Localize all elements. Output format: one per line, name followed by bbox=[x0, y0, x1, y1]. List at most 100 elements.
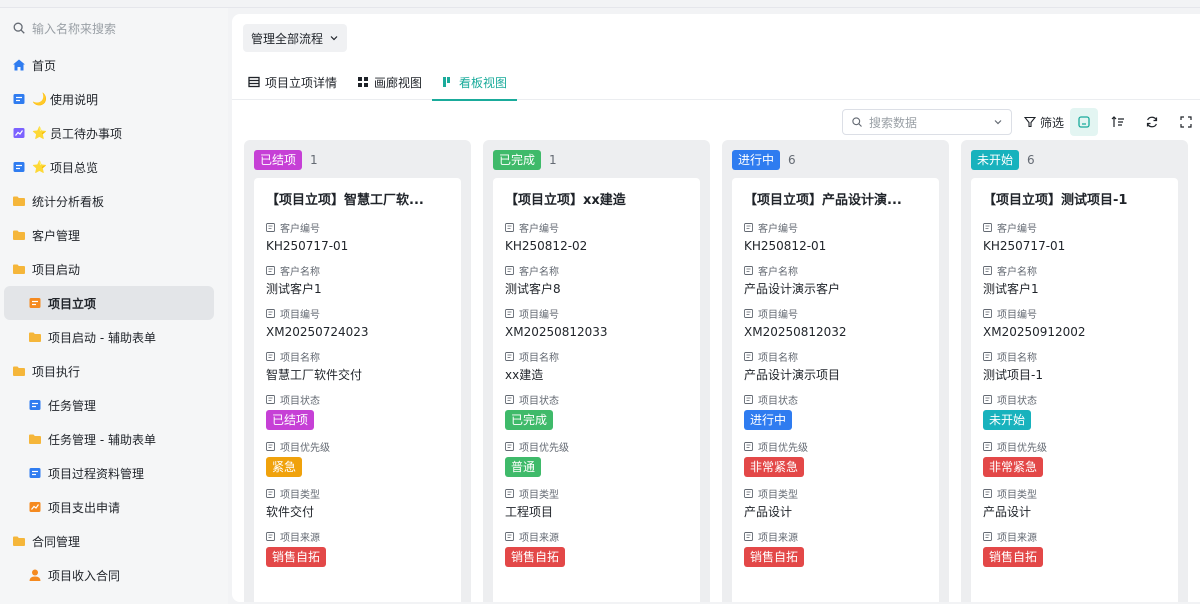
field-icon bbox=[505, 265, 514, 275]
tab-table-view[interactable]: 项目立项详情 bbox=[238, 64, 347, 100]
column-status-badge: 已完成 bbox=[493, 150, 542, 170]
kanban-card[interactable]: 【项目立项】智慧工厂软... 客户编号 KH250717-01 客户名称 测试客户1 项目… bbox=[254, 178, 461, 602]
card-field-customer_no: 客户编号 KH250717-01 bbox=[983, 219, 1166, 257]
manage-flows-button[interactable]: 管理全部流程 bbox=[243, 24, 348, 52]
sidebar-item-15[interactable]: 项目收入合同 bbox=[0, 558, 228, 592]
sidebar-item-7[interactable]: 项目立项 bbox=[4, 286, 214, 320]
sidebar-item-6[interactable]: 项目启动 bbox=[0, 252, 228, 286]
field-value: 测试项目-1 bbox=[983, 368, 1043, 382]
field-icon bbox=[266, 488, 275, 498]
data-search-placeholder: 搜索数据 bbox=[868, 115, 917, 130]
refresh-button[interactable] bbox=[1138, 108, 1166, 136]
sidebar-item-2[interactable]: ⭐ 员工待办事项 bbox=[0, 116, 228, 150]
field-label: 项目编号 bbox=[266, 305, 449, 321]
sort-button[interactable] bbox=[1104, 108, 1132, 136]
sidebar-item-label: 项目总览 bbox=[49, 160, 98, 175]
kanban-card[interactable]: 【项目立项】产品设计演... 客户编号 KH250812-01 客户名称 产品设计演示客… bbox=[732, 178, 939, 602]
fullscreen-button[interactable] bbox=[1172, 108, 1200, 136]
folder-icon bbox=[12, 262, 26, 276]
card-field-customer_no: 客户编号 KH250812-01 bbox=[744, 219, 927, 257]
sidebar-item-5[interactable]: 客户管理 bbox=[0, 218, 228, 252]
card-field-type: 项目类型 产品设计 bbox=[983, 485, 1166, 523]
field-icon bbox=[505, 308, 514, 318]
field-icon bbox=[266, 531, 275, 541]
sidebar-item-10[interactable]: 任务管理 bbox=[0, 388, 228, 422]
field-icon bbox=[983, 351, 992, 361]
field-value: KH250812-01 bbox=[744, 239, 827, 253]
field-label: 项目名称 bbox=[744, 348, 927, 364]
card-field-customer_no: 客户编号 KH250812-02 bbox=[505, 219, 688, 257]
card-field-source: 项目来源 销售自拓 bbox=[744, 528, 927, 570]
field-value: XM20250812032 bbox=[744, 325, 847, 339]
field-value: XM20250812033 bbox=[505, 325, 608, 339]
card-field-source: 项目来源 销售自拓 bbox=[983, 528, 1166, 570]
filter-label: 筛选 bbox=[1039, 115, 1064, 130]
kanban-card[interactable]: 【项目立项】测试项目-1 客户编号 KH250717-01 客户名称 测试客户1 项目编号… bbox=[971, 178, 1178, 602]
kanban-board: 已结项 1 【项目立项】智慧工厂软... 客户编号 KH250717-01 客户名称 测试客… bbox=[244, 140, 1200, 602]
sidebar-item-4[interactable]: 统计分析看板 bbox=[0, 184, 228, 218]
card-title: 【项目立项】测试项目-1 bbox=[983, 193, 1128, 208]
field-value: 产品设计 bbox=[744, 505, 793, 519]
field-label-text: 客户名称 bbox=[280, 266, 320, 278]
field-icon bbox=[266, 351, 275, 361]
field-label-text: 项目来源 bbox=[280, 532, 320, 544]
field-value: 测试客户8 bbox=[505, 282, 561, 296]
sidebar-item-3[interactable]: ⭐ 项目总览 bbox=[0, 150, 228, 184]
sidebar-item-label: 项目启动 bbox=[32, 262, 81, 277]
sidebar-item-14[interactable]: 合同管理 bbox=[0, 524, 228, 558]
sidebar-search[interactable]: 输入名称来搜索 bbox=[0, 8, 228, 48]
card-field-project_no: 项目编号 XM20250812033 bbox=[505, 305, 688, 343]
field-label: 项目类型 bbox=[744, 485, 927, 501]
field-value: 测试客户1 bbox=[983, 282, 1039, 296]
status-tag: 已完成 bbox=[505, 410, 554, 430]
card-field-project_no: 项目编号 XM20250724023 bbox=[266, 305, 449, 343]
column-header: 已完成 1 bbox=[493, 148, 700, 172]
card-field-source: 项目来源 销售自拓 bbox=[505, 528, 688, 570]
sidebar-item-12[interactable]: 项目过程资料管理 bbox=[0, 456, 228, 490]
chart-icon bbox=[12, 126, 26, 140]
field-label-text: 项目状态 bbox=[280, 395, 320, 407]
user-icon bbox=[28, 568, 42, 582]
card-field-customer_name: 客户名称 产品设计演示客户 bbox=[744, 262, 927, 300]
sidebar-item-13[interactable]: 项目支出申请 bbox=[0, 490, 228, 524]
kanban-card[interactable]: 【项目立项】xx建造 客户编号 KH250812-02 客户名称 测试客户8 项目编号 XM… bbox=[493, 178, 700, 602]
kanban-column: 已完成 1 【项目立项】xx建造 客户编号 KH250812-02 客户名称 测试客户8 项目… bbox=[483, 140, 710, 602]
main-panel: 管理全部流程 项目立项详情 画廊视图 看板视图 搜索数据 筛选 已结项 1 【项… bbox=[232, 14, 1200, 602]
sidebar-item-label: 首页 bbox=[32, 58, 57, 73]
field-value: 产品设计演示项目 bbox=[744, 368, 841, 382]
kanban-column: 进行中 6 【项目立项】产品设计演... 客户编号 KH250812-01 客户名称 产品设… bbox=[722, 140, 949, 602]
card-title: 【项目立项】产品设计演... bbox=[744, 193, 902, 208]
card-field-status: 项目状态 已结项 bbox=[266, 391, 449, 433]
tab-gallery-view[interactable]: 画廊视图 bbox=[347, 64, 432, 100]
sidebar-item-label: 项目过程资料管理 bbox=[48, 466, 145, 481]
sidebar-item-8[interactable]: 项目启动 - 辅助表单 bbox=[0, 320, 228, 354]
card-style-button[interactable] bbox=[1070, 108, 1098, 136]
card-field-priority: 项目优先级 非常紧急 bbox=[744, 438, 927, 480]
sidebar-item-label: 项目收入合同 bbox=[48, 568, 121, 583]
sidebar-item-1[interactable]: 🌙 使用说明 bbox=[0, 82, 228, 116]
sidebar-item-9[interactable]: 项目执行 bbox=[0, 354, 228, 388]
sidebar-item-11[interactable]: 任务管理 - 辅助表单 bbox=[0, 422, 228, 456]
field-label-text: 项目编号 bbox=[280, 309, 320, 321]
folder-icon bbox=[28, 330, 42, 344]
field-label: 项目来源 bbox=[983, 528, 1166, 544]
fullscreen-icon bbox=[1180, 116, 1192, 128]
field-label: 项目状态 bbox=[505, 391, 688, 407]
sidebar-item-0[interactable]: 首页 bbox=[0, 48, 228, 82]
field-label-text: 项目优先级 bbox=[519, 442, 569, 454]
kanban-column: 已结项 1 【项目立项】智慧工厂软... 客户编号 KH250717-01 客户名称 测试客… bbox=[244, 140, 471, 602]
card-field-customer_name: 客户名称 测试客户1 bbox=[266, 262, 449, 300]
column-header: 已结项 1 bbox=[254, 148, 461, 172]
sidebar-item-label: 项目启动 - 辅助表单 bbox=[48, 330, 156, 345]
data-search-input[interactable]: 搜索数据 bbox=[841, 109, 1012, 135]
filter-button[interactable]: 筛选 bbox=[1023, 114, 1064, 131]
field-label-text: 客户编号 bbox=[519, 223, 559, 235]
field-icon bbox=[744, 531, 753, 541]
field-label-text: 项目名称 bbox=[997, 352, 1037, 364]
sidebar-item-label: 客户管理 bbox=[32, 228, 81, 243]
field-label-text: 项目优先级 bbox=[280, 442, 330, 454]
field-label: 项目优先级 bbox=[266, 438, 449, 454]
tab-kanban-view[interactable]: 看板视图 bbox=[432, 64, 518, 101]
sidebar-item-label: 任务管理 bbox=[48, 398, 97, 413]
card-field-status: 项目状态 进行中 bbox=[744, 391, 927, 433]
